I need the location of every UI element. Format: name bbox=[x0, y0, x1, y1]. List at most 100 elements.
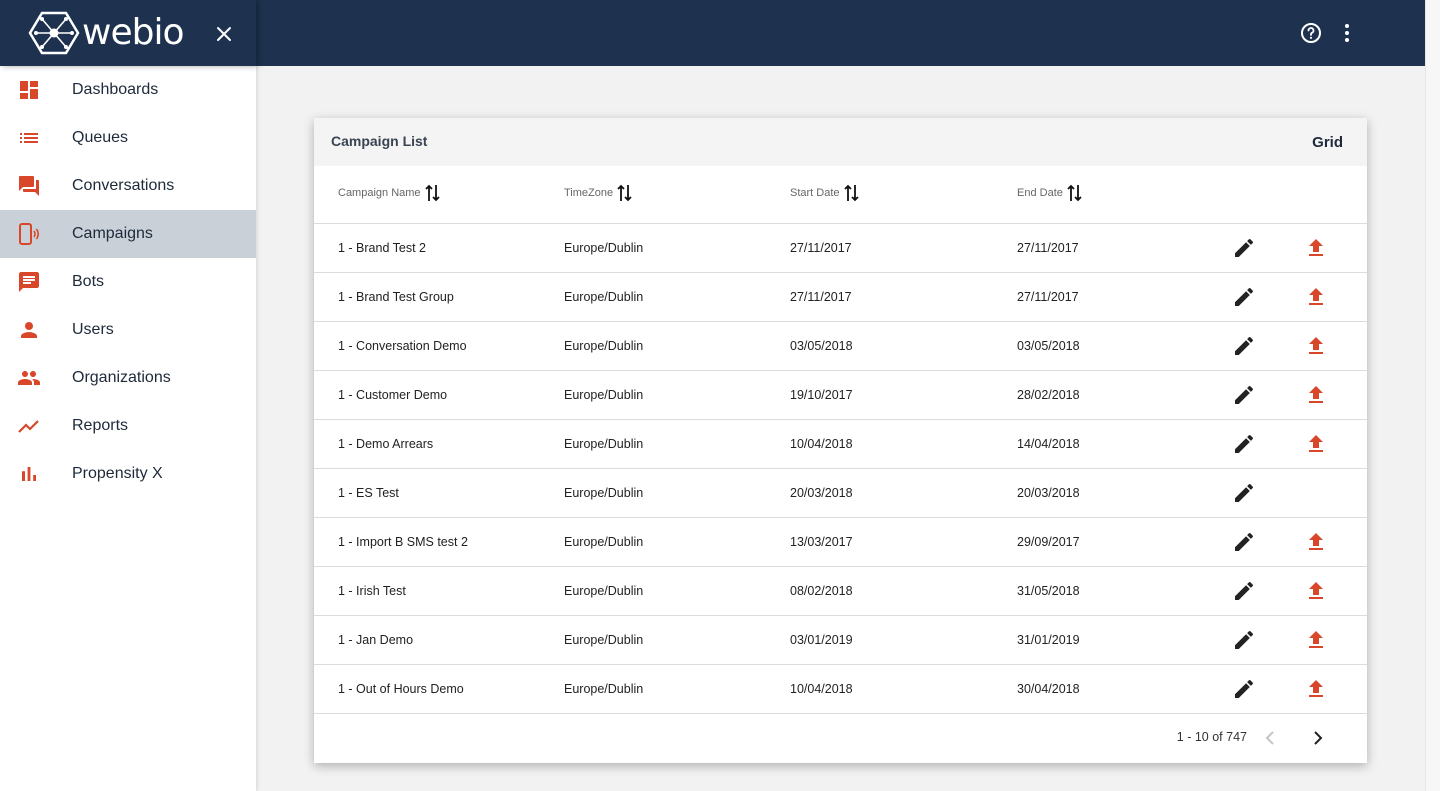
table-header: Campaign Name TimeZone Start Date End Da… bbox=[314, 166, 1367, 224]
grid-view-toggle[interactable]: Grid bbox=[1312, 134, 1343, 151]
edit-icon[interactable] bbox=[1232, 530, 1256, 554]
page-scrollbar[interactable] bbox=[1425, 0, 1440, 791]
dashboard-icon bbox=[20, 81, 38, 99]
table-row[interactable]: 1 - Import B SMS test 2 Europe/Dublin 13/0… bbox=[314, 518, 1367, 567]
edit-icon[interactable] bbox=[1232, 285, 1256, 309]
list-icon bbox=[20, 133, 38, 143]
more-vert-icon[interactable] bbox=[1335, 21, 1359, 45]
start-date-cell: 20/03/2018 bbox=[790, 486, 853, 500]
edit-icon[interactable] bbox=[1232, 677, 1256, 701]
edit-icon[interactable] bbox=[1232, 481, 1256, 505]
edit-icon[interactable] bbox=[1232, 334, 1256, 358]
sort-icon bbox=[1067, 184, 1082, 202]
campaign-name-cell: 1 - Customer Demo bbox=[338, 388, 448, 402]
column-header-campaign-name[interactable]: Campaign Name bbox=[338, 182, 442, 204]
timezone-cell: Europe/Dublin bbox=[564, 535, 644, 549]
upload-icon[interactable] bbox=[1304, 334, 1328, 358]
column-header-timezone[interactable]: TimeZone bbox=[564, 182, 634, 204]
hexagon-logo-icon bbox=[28, 11, 80, 55]
sidebar-item-bots[interactable]: Bots bbox=[0, 258, 256, 306]
upload-icon[interactable] bbox=[1304, 383, 1328, 407]
column-label: Start Date bbox=[790, 187, 840, 199]
upload-icon[interactable] bbox=[1304, 628, 1328, 652]
table-row[interactable]: 1 - Out of Hours Demo Europe/Dublin 10/04/… bbox=[314, 665, 1367, 714]
sidebar-item-users[interactable]: Users bbox=[0, 306, 256, 354]
end-date-cell: 31/01/2019 bbox=[1017, 633, 1080, 647]
close-icon[interactable] bbox=[212, 22, 236, 46]
campaign-name-cell: 1 - ES Test bbox=[338, 486, 399, 500]
end-date-cell: 27/11/2017 bbox=[1017, 290, 1079, 304]
chevron-right-icon[interactable] bbox=[1306, 726, 1330, 750]
column-label: TimeZone bbox=[564, 187, 614, 199]
bar-chart-icon bbox=[22, 467, 36, 481]
logo-area: webio bbox=[0, 0, 256, 66]
edit-icon[interactable] bbox=[1232, 432, 1256, 456]
end-date-cell: 31/05/2018 bbox=[1017, 584, 1080, 598]
start-date-cell: 10/04/2018 bbox=[790, 682, 853, 696]
start-date-cell: 08/02/2018 bbox=[790, 584, 853, 598]
sidebar-item-label: Dashboards bbox=[72, 81, 159, 98]
table-row[interactable]: 1 - Irish Test Europe/Dublin 08/02/2018 31/… bbox=[314, 567, 1367, 616]
column-header-end-date[interactable]: End Date bbox=[1017, 182, 1084, 204]
people-icon bbox=[18, 371, 40, 385]
campaign-list-card: Campaign List Grid Campaign Name TimeZon… bbox=[314, 118, 1367, 763]
card-header: Campaign List Grid bbox=[314, 118, 1367, 166]
logo-text: webio bbox=[82, 12, 184, 53]
end-date-cell: 30/04/2018 bbox=[1017, 682, 1080, 696]
upload-icon[interactable] bbox=[1304, 285, 1328, 309]
edit-icon[interactable] bbox=[1232, 579, 1256, 603]
sidebar-item-propensity-x[interactable]: Propensity X bbox=[0, 450, 256, 498]
logo[interactable]: webio bbox=[28, 10, 184, 56]
table-row[interactable]: 1 - Demo Arrears Europe/Dublin 10/04/2018 1… bbox=[314, 420, 1367, 469]
sidebar-item-reports[interactable]: Reports bbox=[0, 402, 256, 450]
edit-icon[interactable] bbox=[1232, 628, 1256, 652]
forum-icon bbox=[19, 176, 39, 196]
edit-icon[interactable] bbox=[1232, 236, 1256, 260]
table-row[interactable]: 1 - ES Test Europe/Dublin 20/03/2018 20/03/… bbox=[314, 469, 1367, 518]
end-date-cell: 28/02/2018 bbox=[1017, 388, 1080, 402]
column-label: Campaign Name bbox=[338, 187, 421, 199]
campaign-name-cell: 1 - Out of Hours Demo bbox=[338, 682, 464, 696]
edit-icon[interactable] bbox=[1232, 383, 1256, 407]
upload-icon[interactable] bbox=[1304, 677, 1328, 701]
table-row[interactable]: 1 - Brand Test 2 Europe/Dublin 27/11/2017 2… bbox=[314, 224, 1367, 273]
sidebar-item-dashboards[interactable]: Dashboards bbox=[0, 66, 256, 114]
upload-icon[interactable] bbox=[1304, 432, 1328, 456]
start-date-cell: 27/11/2017 bbox=[790, 290, 852, 304]
help-icon[interactable] bbox=[1299, 21, 1323, 45]
end-date-cell: 03/05/2018 bbox=[1017, 339, 1080, 353]
sidebar-item-label: Organizations bbox=[72, 369, 171, 386]
end-date-cell: 20/03/2018 bbox=[1017, 486, 1080, 500]
start-date-cell: 03/05/2018 bbox=[790, 339, 853, 353]
chevron-left-icon[interactable] bbox=[1258, 726, 1282, 750]
start-date-cell: 19/10/2017 bbox=[790, 388, 853, 402]
sidebar-item-label: Propensity X bbox=[72, 465, 163, 482]
table-row[interactable]: 1 - Jan Demo Europe/Dublin 03/01/2019 31/01… bbox=[314, 616, 1367, 665]
table-row[interactable]: 1 - Customer Demo Europe/Dublin 19/10/2017… bbox=[314, 371, 1367, 420]
table-row[interactable]: 1 - Brand Test Group Europe/Dublin 27/11/2… bbox=[314, 273, 1367, 322]
timezone-cell: Europe/Dublin bbox=[564, 241, 644, 255]
campaign-name-cell: 1 - Demo Arrears bbox=[338, 437, 434, 451]
card-title: Campaign List bbox=[331, 133, 428, 149]
upload-icon[interactable] bbox=[1304, 530, 1328, 554]
table-row[interactable]: 1 - Conversation Demo Europe/Dublin 03/05/… bbox=[314, 322, 1367, 371]
end-date-cell: 29/09/2017 bbox=[1017, 535, 1080, 549]
sidebar-item-label: Bots bbox=[72, 273, 105, 290]
timezone-cell: Europe/Dublin bbox=[564, 633, 644, 647]
upload-icon[interactable] bbox=[1304, 579, 1328, 603]
end-date-cell: 27/11/2017 bbox=[1017, 241, 1079, 255]
sidebar-item-organizations[interactable]: Organizations bbox=[0, 354, 256, 402]
sidebar-nav: Dashboards Queues Conversations Campaign… bbox=[0, 66, 256, 791]
sidebar-item-queues[interactable]: Queues bbox=[0, 114, 256, 162]
timezone-cell: Europe/Dublin bbox=[564, 339, 644, 353]
phone-ring-icon bbox=[19, 223, 40, 245]
start-date-cell: 27/11/2017 bbox=[790, 241, 852, 255]
sidebar-item-conversations[interactable]: Conversations bbox=[0, 162, 256, 210]
timezone-cell: Europe/Dublin bbox=[564, 437, 644, 451]
upload-icon[interactable] bbox=[1304, 236, 1328, 260]
start-date-cell: 13/03/2017 bbox=[790, 535, 853, 549]
timezone-cell: Europe/Dublin bbox=[564, 486, 644, 500]
column-header-start-date[interactable]: Start Date bbox=[790, 182, 861, 204]
sidebar-item-campaigns[interactable]: Campaigns bbox=[0, 210, 256, 258]
chat-icon bbox=[19, 272, 39, 292]
